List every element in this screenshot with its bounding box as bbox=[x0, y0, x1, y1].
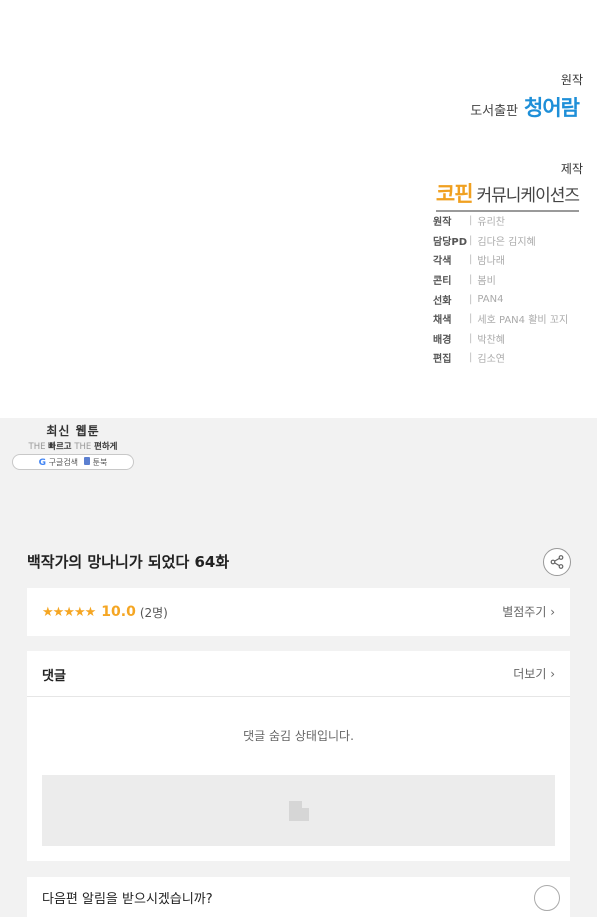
promo-banner[interactable]: 최신 웹툰 THE 빠르고 THE 편하게 G 구글검색 툰북 bbox=[12, 422, 134, 470]
promo-search-pill[interactable]: G 구글검색 툰북 bbox=[12, 454, 134, 470]
comment-title: 댓글 bbox=[42, 669, 66, 684]
staff-row: 배경 | 박찬혜 bbox=[433, 332, 505, 346]
share-button[interactable] bbox=[543, 548, 571, 576]
google-icon: G 구글검색 bbox=[38, 457, 79, 468]
book-icon: 툰북 bbox=[84, 456, 107, 468]
rate-button[interactable]: 별점주기 › bbox=[502, 603, 555, 620]
staff-row: 채색 | 세호 PAN4 활비 꼬지 bbox=[433, 313, 569, 327]
share-icon bbox=[550, 555, 564, 569]
episode-credits-image: 원작 도서출판 청어람 제작 코핀 커뮤니케이션즈 원작 | 유리찬 담당PD | 김다… bbox=[0, 0, 597, 418]
promo-slogan: THE 빠르고 THE 편하게 bbox=[28, 442, 118, 452]
comment-hidden-message: 댓글 숨김 상태입니다. bbox=[243, 729, 354, 743]
rating-count: (2명) bbox=[139, 605, 168, 620]
alert-toggle-button[interactable] bbox=[534, 885, 560, 911]
publisher-prefix: 도서출판 bbox=[470, 104, 519, 119]
placeholder-icon bbox=[288, 800, 309, 821]
comment-placeholder-box bbox=[42, 775, 555, 846]
original-label: 원작 bbox=[560, 73, 583, 87]
promo-title: 최신 웹툰 bbox=[46, 424, 100, 438]
rating-score: 10.0 bbox=[101, 604, 136, 620]
comment-header: 댓글 더보기 › bbox=[27, 651, 570, 697]
next-alert-question: 다음편 알림을 받으시겠습니까? bbox=[42, 892, 213, 907]
star-rating-icon: ★★★★★ bbox=[42, 604, 96, 620]
staff-row: 각색 | 밤나래 bbox=[433, 254, 505, 268]
staff-row: 선화 | PAN4 bbox=[433, 293, 504, 307]
production-label: 제작 bbox=[560, 162, 583, 176]
staff-row: 콘티 | 봄비 bbox=[433, 274, 496, 288]
producer-brand: 코핀 bbox=[435, 182, 474, 206]
episode-title: 백작가의 망나니가 되었다 64화 bbox=[27, 553, 230, 571]
staff-row: 편집 | 김소연 bbox=[433, 352, 505, 366]
staff-row: 담당PD | 김다은 김지혜 bbox=[433, 234, 536, 248]
comment-section: 댓글 더보기 › 댓글 숨김 상태입니다. bbox=[27, 651, 570, 861]
comment-more-link[interactable]: 더보기 › bbox=[513, 665, 555, 682]
staff-row: 원작 | 유리찬 bbox=[433, 215, 505, 229]
producer-logo: 코핀 커뮤니케이션즈 bbox=[435, 178, 580, 212]
next-episode-alert-card: 다음편 알림을 받으시겠습니까? bbox=[27, 877, 570, 917]
publisher-name: 청어람 bbox=[524, 96, 580, 120]
rating-card: ★★★★★ 10.0 (2명) 별점주기 › bbox=[27, 588, 570, 636]
staff-list: 원작 | 유리찬 담당PD | 김다은 김지혜 각색 | 밤나래 콘티 | 봄비 선화 | PAN4… bbox=[433, 211, 583, 368]
producer-rest: 커뮤니케이션즈 bbox=[476, 186, 580, 206]
publisher-logo: 도서출판 청어람 bbox=[470, 92, 580, 122]
